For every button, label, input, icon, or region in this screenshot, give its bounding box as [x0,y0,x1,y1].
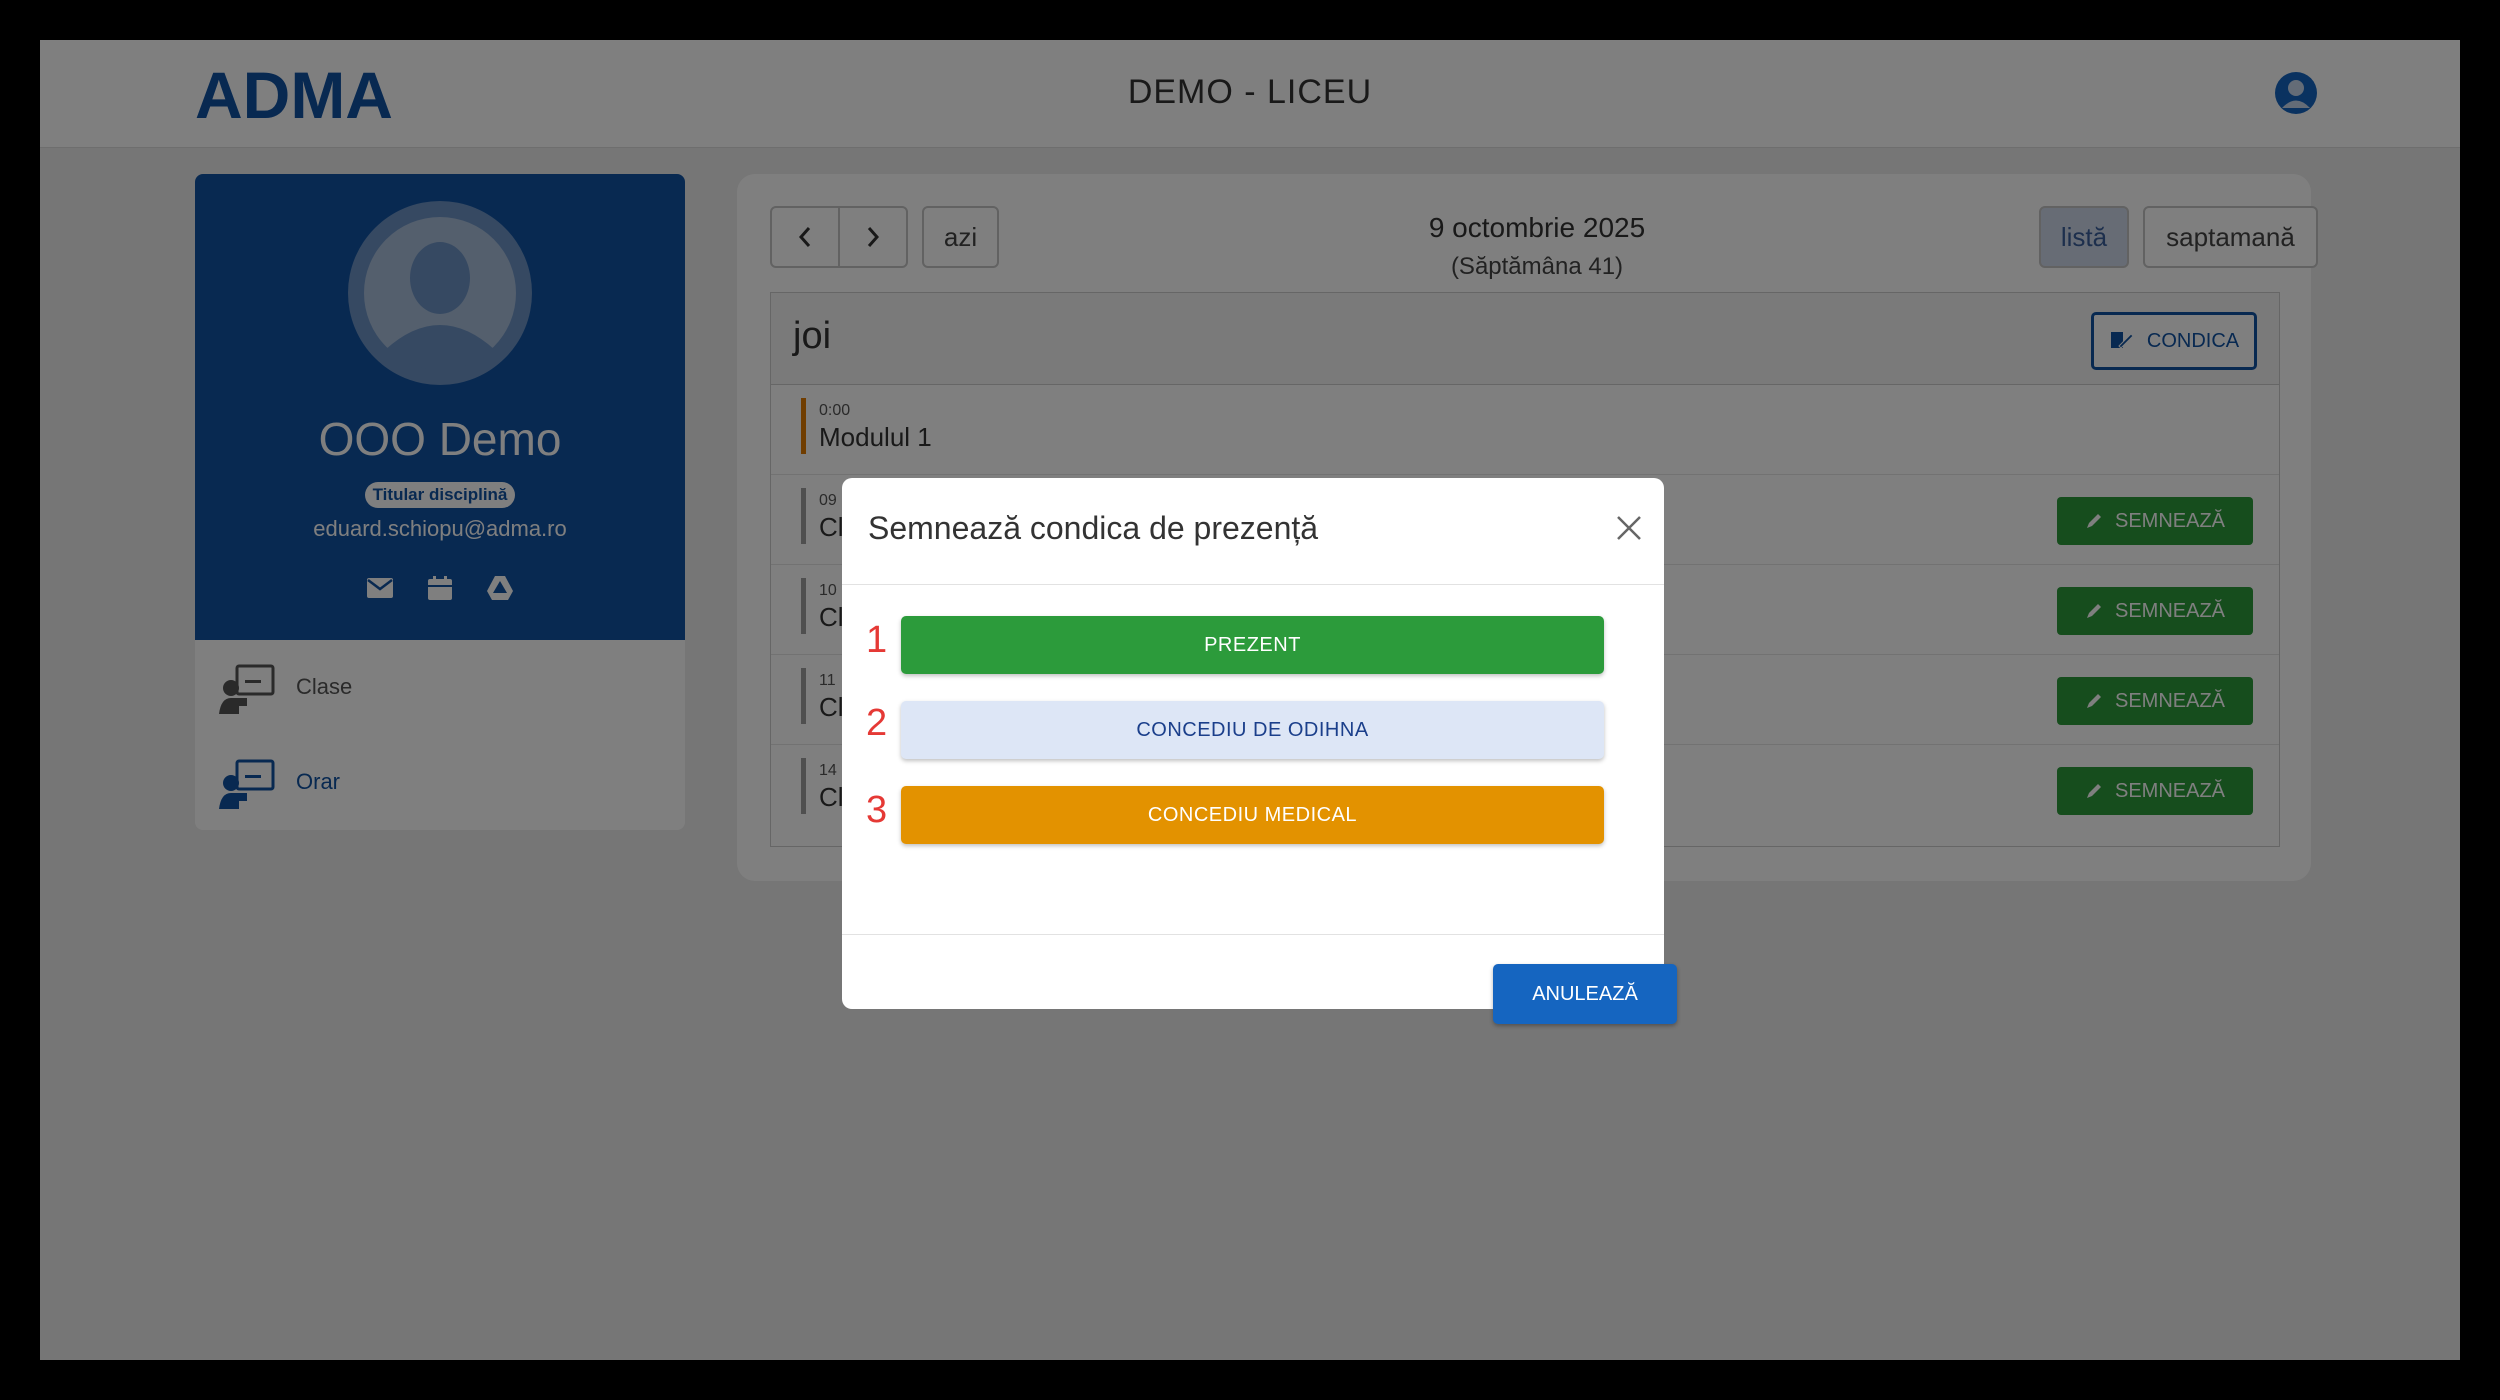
option-number: 1 [866,619,888,661]
modal-divider [842,584,1664,585]
modal-divider [842,934,1664,935]
sign-attendance-modal: Semnează condica de prezență 1 PREZENT 2… [842,478,1677,1024]
option-concediu-medical-button[interactable]: CONCEDIU MEDICAL [901,786,1604,844]
app-screen: ADMA DEMO - LICEU OOO Demo Titular disci… [40,40,2460,1360]
option-prezent-button[interactable]: PREZENT [901,616,1604,674]
modal-title: Semnează condica de prezență [868,510,1319,546]
cancel-button[interactable]: ANULEAZĂ [1493,964,1677,1024]
option-number: 3 [866,789,888,831]
option-concediu-odihna-button[interactable]: CONCEDIU DE ODIHNA [901,701,1604,759]
option-number: 2 [866,702,888,744]
close-icon[interactable] [1612,511,1646,545]
